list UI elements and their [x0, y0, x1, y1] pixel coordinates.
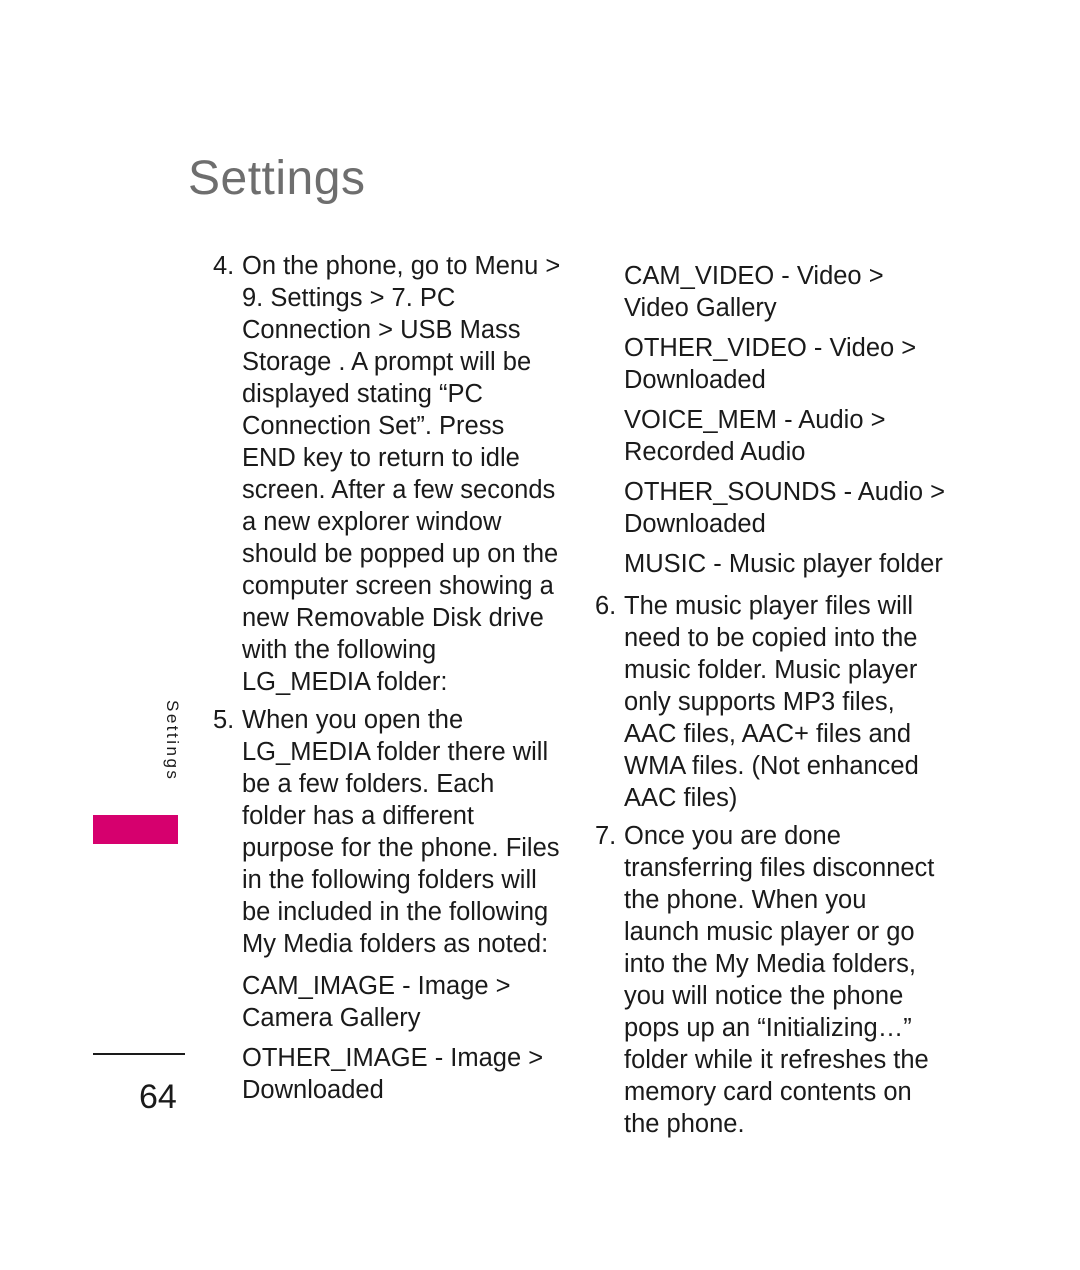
step-number: 4.: [213, 252, 235, 280]
side-tab-accent-block: [93, 815, 178, 844]
list-item: 6. The music player files will need to b…: [595, 590, 945, 814]
left-column: 4. On the phone, go to Menu > 9. Setting…: [213, 250, 563, 1106]
folder-mapping-item: OTHER_VIDEO - Video > Downloaded: [624, 334, 917, 394]
list-item: 5. When you open the LG_MEDIA folder the…: [213, 704, 563, 960]
folder-mapping-item: CAM_VIDEO - Video > Video Gallery: [624, 262, 884, 322]
list-item: 4. On the phone, go to Menu > 9. Setting…: [213, 250, 563, 698]
list-item: 7. Once you are done transferring files …: [595, 820, 945, 1140]
folder-mapping-group: CAM_VIDEO - Video > Video Gallery OTHER_…: [595, 260, 945, 580]
folder-mapping-group: CAM_IMAGE - Image > Camera Gallery OTHER…: [213, 970, 563, 1106]
right-column: CAM_VIDEO - Video > Video Gallery OTHER_…: [595, 250, 945, 1140]
step-text: When you open the LG_MEDIA folder there …: [242, 706, 560, 958]
page-title: Settings: [188, 152, 366, 205]
step-text: The music player files will need to be c…: [624, 592, 919, 812]
folder-mapping-item: VOICE_MEM - Audio > Recorded Audio: [624, 406, 886, 466]
step-text: On the phone, go to Menu > 9. Settings >…: [242, 252, 561, 696]
folder-mapping-item: OTHER_IMAGE - Image > Downloaded: [242, 1044, 544, 1104]
step-number: 5.: [213, 706, 235, 734]
folio-rule: [93, 1053, 185, 1055]
folder-mapping-item: MUSIC - Music player folder: [624, 550, 943, 578]
side-tab: Settings: [93, 700, 185, 860]
step-text: Once you are done transferring files dis…: [624, 822, 935, 1138]
page-number: 64: [139, 1078, 177, 1116]
step-number: 7.: [595, 822, 617, 850]
step-number: 6.: [595, 592, 617, 620]
manual-page: Settings Settings 4. On the phone, go to…: [0, 0, 1080, 1270]
side-tab-label: Settings: [93, 700, 185, 810]
folder-mapping-item: CAM_IMAGE - Image > Camera Gallery: [242, 972, 511, 1032]
folder-mapping-item: OTHER_SOUNDS - Audio > Downloaded: [624, 478, 945, 538]
side-tab-label-text: Settings: [163, 700, 182, 782]
